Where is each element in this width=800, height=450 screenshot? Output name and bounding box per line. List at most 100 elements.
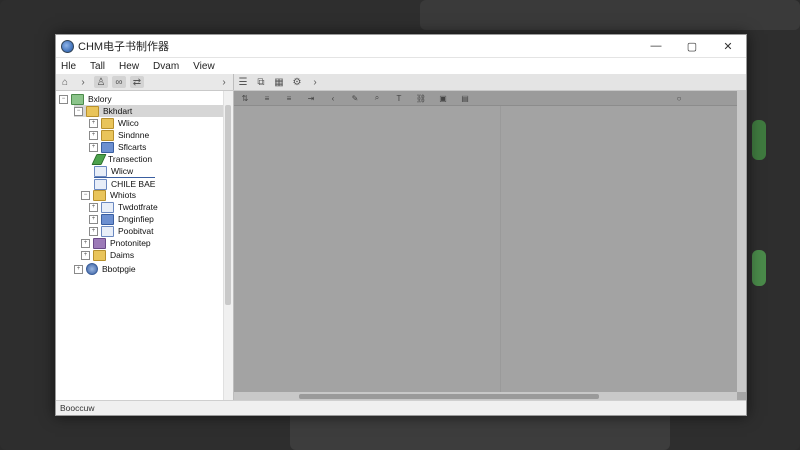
editor-toolbar: ☰ ⧉ ▦ ⚙ › [234, 74, 746, 90]
swap-icon[interactable]: ⇄ [130, 76, 144, 88]
menu-draw[interactable]: Dvam [148, 61, 188, 72]
expand-icon[interactable]: + [74, 264, 83, 274]
status-text: Booccuw [60, 403, 95, 413]
link-icon[interactable]: ⛓ [414, 93, 428, 103]
tree-item-label: CHILE BAE [111, 179, 156, 189]
pen-icon [91, 153, 107, 165]
folder-icon [101, 117, 114, 129]
tree-item-label: Bkhdart [103, 106, 133, 116]
tree-item[interactable]: + Dnginfiep [89, 213, 154, 225]
tree-item-bkhdart[interactable]: − Bkhdart [74, 105, 224, 117]
align-icon[interactable]: ≡ [282, 93, 296, 103]
expand-icon[interactable]: + [89, 118, 98, 128]
user-icon[interactable]: ♙ [94, 76, 108, 88]
divider [500, 106, 501, 392]
collapse-icon[interactable]: − [74, 106, 83, 116]
tree-item[interactable]: + Sindnne [89, 129, 149, 141]
edit-icon[interactable]: ✎ [348, 93, 362, 103]
document-icon [101, 225, 114, 237]
editor-format-toolbar: ⇅ ≡ ≡ ⇥ ‹ ✎ ⌕ T ⛓ ▣ ▤ ○ [234, 91, 746, 106]
tree-item-label: Wlico [118, 118, 139, 128]
tree-item-label: Sindnne [118, 130, 150, 140]
tree-item[interactable]: − Whiots [81, 189, 136, 201]
tree-toolbar: ⌂ › ♙ ∞ ⇄ › [56, 74, 234, 90]
minimize-button[interactable]: — [638, 35, 674, 57]
background-shape [752, 250, 766, 286]
grid-icon[interactable]: ▦ [272, 76, 286, 88]
tree-item[interactable]: + Sflcarts [89, 141, 146, 153]
user-icon [93, 237, 106, 249]
tree-root-label: Bxlory [88, 94, 112, 104]
list-icon[interactable]: ☰ [236, 76, 250, 88]
tree-item-label: Transection [108, 154, 153, 164]
editor-area[interactable] [234, 106, 737, 392]
expand-icon[interactable]: + [81, 250, 90, 260]
tree-item-label: Daims [110, 250, 135, 260]
app-window: CHM电子书制作器 — ▢ ✕ Hle Tall Hew Dvam View ⌂… [55, 34, 747, 416]
tree-pane: − Bxlory − Bkhdart + Wlico + Sindnne + S… [56, 91, 234, 401]
home-icon[interactable]: ⌂ [58, 76, 72, 88]
background-shape [420, 0, 800, 30]
tree-root[interactable]: − Bxlory [59, 93, 112, 105]
folder-icon [93, 249, 106, 261]
expand-icon[interactable]: + [81, 238, 90, 248]
bold-icon[interactable]: ⇅ [238, 93, 252, 103]
folder-icon [86, 105, 99, 117]
menu-bar: Hle Tall Hew Dvam View [56, 58, 746, 75]
list-icon[interactable]: ≡ [260, 93, 274, 103]
collapse-icon[interactable]: − [81, 190, 90, 200]
expand-icon[interactable]: + [89, 226, 98, 236]
collapse-icon[interactable]: − [59, 94, 68, 104]
chevron-right-icon[interactable]: › [308, 76, 322, 88]
toolbars: ⌂ › ♙ ∞ ⇄ › ☰ ⧉ ▦ ⚙ › [56, 74, 746, 91]
tree-item[interactable]: + Bbotpgie [74, 263, 136, 275]
editor-vertical-scrollbar[interactable] [737, 91, 746, 392]
calendar-icon[interactable]: ▤ [458, 93, 472, 103]
tree-item[interactable]: + Poobitvat [89, 225, 153, 237]
tree-item[interactable]: Wlicw [94, 165, 133, 177]
app-icon [61, 39, 74, 53]
tree-item-label: Wlicw [111, 166, 134, 176]
expand-icon[interactable]: + [89, 130, 98, 140]
maximize-button[interactable]: ▢ [674, 35, 710, 57]
tree-item[interactable]: + Pnotonitep [81, 237, 151, 249]
text-icon[interactable]: T [392, 93, 406, 103]
project-icon [71, 93, 84, 105]
tree-scrollbar[interactable] [223, 91, 233, 401]
link-icon [101, 141, 114, 153]
tree-item[interactable]: Transection [91, 153, 153, 165]
tree-item[interactable]: + Wlico [89, 117, 139, 129]
expand-icon[interactable]: + [89, 214, 98, 224]
close-button[interactable]: ✕ [710, 35, 746, 57]
search-icon[interactable]: ⌕ [370, 93, 384, 103]
globe-icon [86, 263, 98, 275]
editor-pane: ⇅ ≡ ≡ ⇥ ‹ ✎ ⌕ T ⛓ ▣ ▤ ○ [234, 91, 746, 401]
expand-icon[interactable]: + [89, 202, 98, 212]
indent-icon[interactable]: ⇥ [304, 93, 318, 103]
tree-item[interactable]: + Twdotfrate [89, 201, 158, 213]
expand-icon[interactable]: + [89, 142, 98, 152]
tree-scrollbar-thumb[interactable] [225, 105, 231, 305]
link-icon[interactable]: ∞ [112, 76, 126, 88]
tools-icon[interactable]: ⚙ [290, 76, 304, 88]
tree-item-label: Whiots [110, 190, 136, 200]
background-shape [752, 120, 766, 160]
menu-file[interactable]: Hle [56, 61, 85, 72]
tree-item-label: Poobitvat [118, 226, 154, 236]
status-bar: Booccuw [56, 400, 746, 415]
copy-icon[interactable]: ⧉ [254, 76, 268, 88]
menu-tools[interactable]: Tall [85, 61, 114, 72]
chevron-right-icon[interactable]: › [217, 76, 231, 88]
tree-item-label: Dnginfiep [118, 214, 154, 224]
image-icon [101, 213, 114, 225]
menu-new[interactable]: Hew [114, 61, 148, 72]
chevron-left-icon[interactable]: ‹ [326, 93, 340, 103]
title-bar: CHM电子书制作器 — ▢ ✕ [56, 35, 746, 58]
menu-view[interactable]: View [188, 61, 224, 72]
tree-item[interactable]: + Daims [81, 249, 134, 261]
circle-icon[interactable]: ○ [672, 93, 686, 103]
editor-horizontal-thumb[interactable] [299, 394, 599, 399]
image-icon[interactable]: ▣ [436, 93, 450, 103]
document-icon [94, 165, 107, 177]
arrow-right-icon[interactable]: › [76, 76, 90, 88]
